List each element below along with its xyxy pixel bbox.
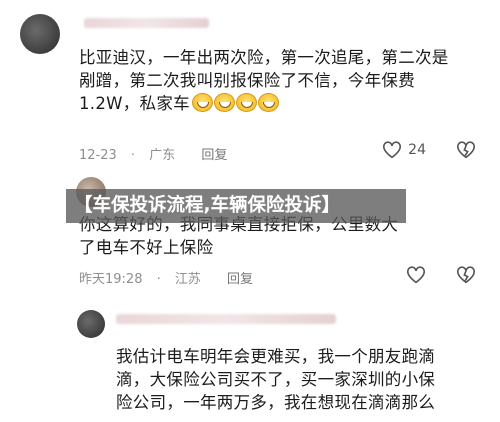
grin-emoji-icon	[235, 93, 257, 112]
heart-outline-icon	[383, 141, 402, 159]
comment-text: 我估计电车明年会更难买，我一个朋友跑滴 滴，大保险公司买不了，买一家深圳的小保 …	[116, 347, 436, 412]
comment-meta: 12-23 · 广东 回复	[79, 144, 237, 163]
comment-dot: ·	[130, 148, 136, 163]
grin-emoji-icon	[213, 93, 235, 112]
emoji-group	[191, 93, 279, 112]
comment-dot: ·	[156, 272, 161, 287]
avatar[interactable]	[77, 310, 105, 338]
comment-time: 12-23	[79, 148, 117, 163]
broken-heart-icon[interactable]	[456, 266, 476, 284]
broken-heart-icon[interactable]	[456, 141, 476, 159]
comment-location: 广东	[149, 148, 176, 163]
avatar[interactable]	[20, 14, 60, 54]
article-title-banner: 【车保投诉流程,车辆保险投诉】	[66, 189, 406, 223]
nickname-blurred[interactable]	[116, 314, 336, 324]
reply-button[interactable]: 回复	[201, 148, 227, 163]
reply-button[interactable]: 回复	[227, 272, 253, 287]
nickname-blurred[interactable]	[84, 18, 209, 28]
grin-emoji-icon	[191, 93, 213, 112]
comment-time: 昨天19:28	[79, 272, 143, 287]
grin-emoji-icon	[257, 93, 279, 112]
comment-actions	[406, 266, 476, 284]
heart-outline-icon[interactable]	[406, 266, 426, 284]
comment-actions: 24	[382, 141, 476, 159]
comment-location: 江苏	[174, 272, 201, 287]
like-button[interactable]: 24	[382, 141, 426, 159]
comment-text: 比亚迪汉，一年出两次险，第一次追尾，第二次是 剐蹭，第二次我叫别报保险了不信，今…	[79, 48, 449, 113]
like-count: 24	[408, 142, 426, 158]
comment-meta: 昨天19:28 · 江苏 回复	[79, 268, 263, 287]
